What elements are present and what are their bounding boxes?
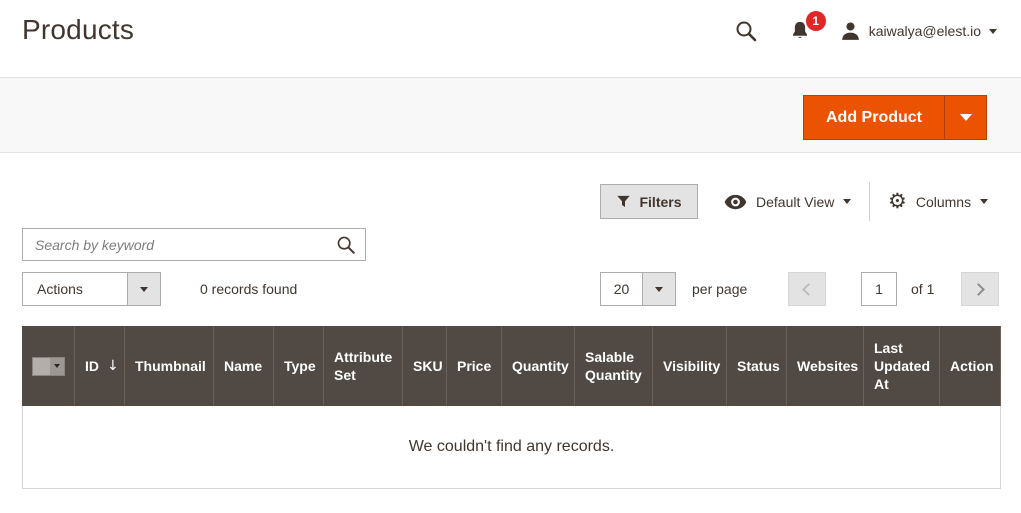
grid-header-row: ID ↓ Thumbnail Name Type Attribute Set S… [22,326,1001,406]
chevron-down-icon [989,28,997,34]
gear-icon: ⚙ [888,189,907,213]
column-header-label: Quantity [512,358,569,374]
column-header-label: Salable Quantity [585,349,642,383]
column-header-type[interactable]: Type [274,326,324,406]
columns-label: Columns [915,193,972,210]
add-product-split-button: Add Product [803,95,987,140]
select-all-checkbox-dropdown[interactable] [31,356,65,376]
add-product-dropdown-toggle[interactable] [944,96,986,139]
chevron-right-icon [972,282,985,296]
notification-count-badge: 1 [805,11,826,31]
column-header-label: Visibility [663,358,721,374]
page-size-dropdown-toggle[interactable] [642,273,675,305]
column-header-label: Attribute Set [334,349,393,383]
current-page-input[interactable] [861,272,897,306]
column-header-label: Price [457,358,492,374]
checkbox-dropdown-toggle[interactable] [49,357,64,375]
column-header-action[interactable]: Action [940,326,1001,406]
chevron-down-icon [959,114,972,121]
column-header-quantity[interactable]: Quantity [502,326,575,406]
user-email: kaiwalya@elest.io [868,23,981,39]
grid-empty-state: We couldn't find any records. [22,406,1001,489]
column-header-attribute-set[interactable]: Attribute Set [324,326,403,406]
add-product-button[interactable]: Add Product [804,96,944,139]
keyword-search-box [22,228,366,261]
add-product-label: Add Product [826,108,922,126]
header-actions: 1 kaiwalya@elest.io [732,0,997,62]
next-page-button[interactable] [961,272,999,306]
total-pages-label: of 1 [911,281,935,297]
global-search-button[interactable] [732,17,760,45]
column-header-label: Name [224,358,263,374]
column-header-label: Type [284,358,316,374]
page-actions-bar: Add Product [0,77,1021,153]
columns-control[interactable]: ⚙ Columns [888,184,989,219]
column-header-salable-quantity[interactable]: Salable Quantity [575,326,653,406]
filters-label: Filters [639,193,682,210]
column-header-label: SKU [413,358,443,374]
column-header-websites[interactable]: Websites [787,326,864,406]
column-header-name[interactable]: Name [214,326,274,406]
column-header-status[interactable]: Status [727,326,787,406]
chevron-down-icon [843,199,852,204]
per-page-label: per page [692,281,748,297]
search-icon [734,19,758,43]
search-icon[interactable] [335,234,357,256]
chevron-down-icon [655,286,663,292]
chevron-left-icon [802,282,815,296]
empty-records-message: We couldn't find any records. [408,438,615,455]
previous-page-button[interactable] [788,272,826,306]
chevron-down-icon [980,199,989,204]
default-view-label: Default View [756,193,835,210]
column-header-label: ID [85,358,99,374]
column-header-label: Last Updated At [874,340,930,392]
chevron-down-icon [140,286,148,292]
select-all-column-header [22,326,75,406]
mass-actions-select[interactable]: Actions [22,272,161,306]
page-size-value: 20 [613,281,630,297]
column-header-visibility[interactable]: Visibility [653,326,727,406]
mass-actions-value: Actions [37,281,83,297]
filter-funnel-icon [616,194,631,209]
column-header-thumbnail[interactable]: Thumbnail [125,326,214,406]
column-header-sku[interactable]: SKU [403,326,447,406]
page-size-select[interactable]: 20 [600,272,676,306]
sort-descending-icon: ↓ [107,358,119,374]
records-found-text: 0 records found [200,281,298,297]
column-header-id[interactable]: ID ↓ [75,326,125,406]
user-account-menu[interactable]: kaiwalya@elest.io [840,21,997,42]
mass-actions-dropdown-toggle[interactable] [127,273,160,305]
column-header-price[interactable]: Price [447,326,502,406]
column-header-label: Status [737,358,780,374]
controls-divider [869,182,870,221]
column-header-last-updated-at[interactable]: Last Updated At [864,326,940,406]
page-header: Products 1 kaiwalya@elest.io [0,0,1021,77]
filters-button[interactable]: Filters [600,184,698,219]
notifications-button[interactable]: 1 [786,11,826,45]
chevron-down-icon [53,364,60,368]
column-header-label: Action [950,358,994,374]
checkbox-icon [32,357,50,375]
column-header-label: Thumbnail [135,358,206,374]
default-view-control[interactable]: Default View [724,184,852,219]
eye-icon [724,194,747,210]
user-icon [840,21,861,42]
column-header-label: Websites [797,358,859,374]
page-title: Products [22,14,135,45]
keyword-search-input[interactable] [23,229,365,260]
products-admin-page: Products 1 kaiwalya@elest.io Add Product… [0,0,1021,513]
